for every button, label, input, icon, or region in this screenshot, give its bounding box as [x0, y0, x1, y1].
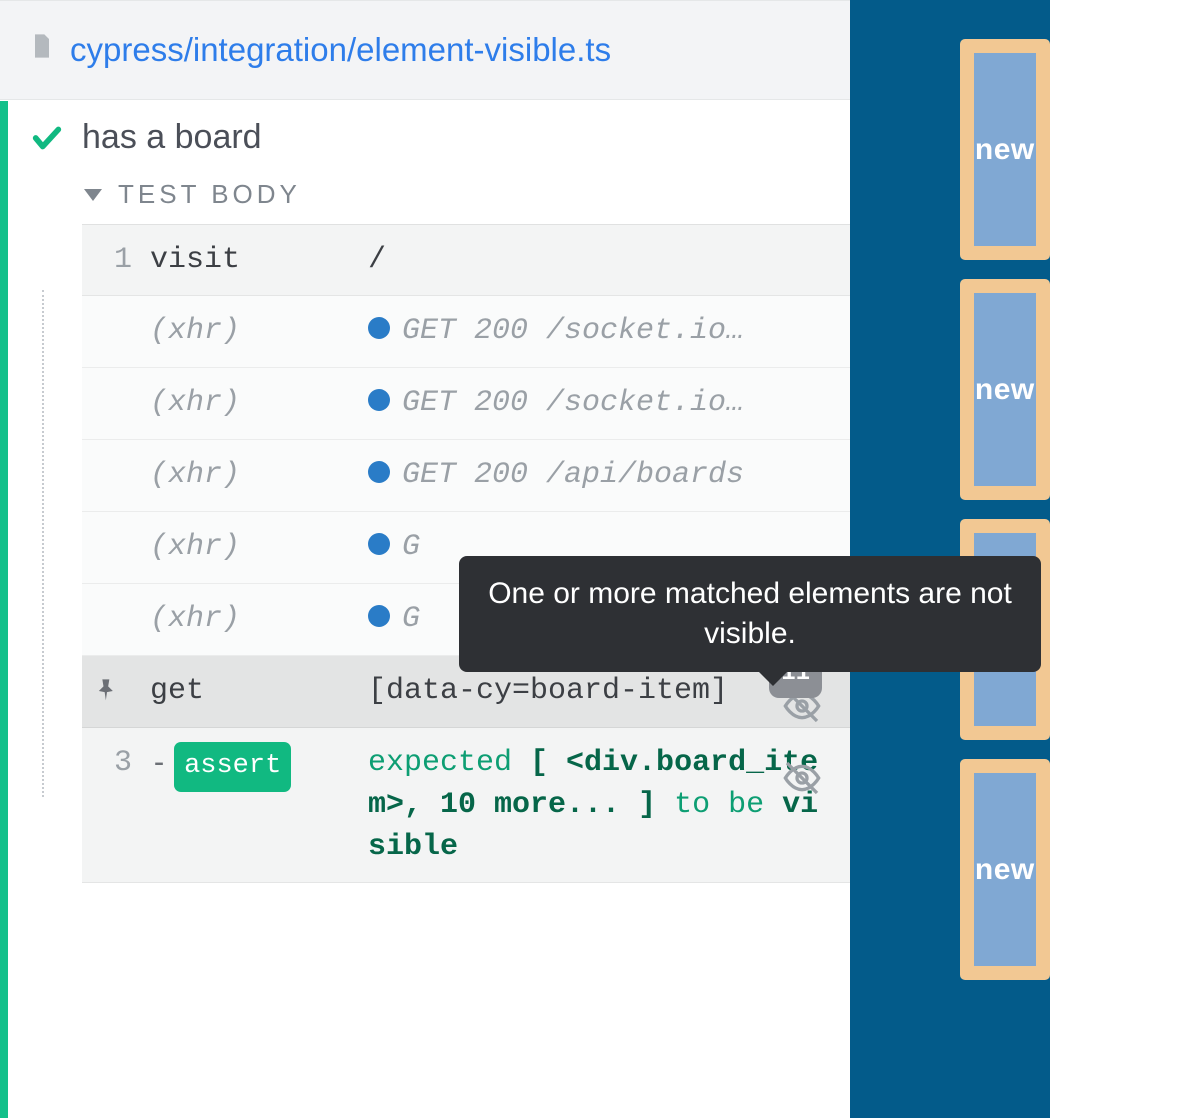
board-card[interactable]: new	[960, 759, 1050, 980]
command-message: GET 200 /socket.io…	[402, 386, 744, 420]
status-dot-icon	[368, 389, 390, 411]
status-dot-icon	[368, 605, 390, 627]
status-dot-icon	[368, 533, 390, 555]
command-name: (xhr)	[150, 458, 240, 492]
test-body-toggle[interactable]: TEST BODY	[0, 179, 850, 210]
test-header[interactable]: has a board	[0, 100, 850, 179]
test-body-label: TEST BODY	[118, 179, 301, 210]
eye-off-icon[interactable]	[782, 758, 822, 790]
status-dot-icon	[368, 461, 390, 483]
assert-badge: assert	[174, 742, 291, 792]
spec-file-header[interactable]: cypress/integration/element-visible.ts	[0, 0, 850, 100]
command-message: GET 200 /socket.io…	[402, 314, 744, 348]
assert-message: expected [ <div.board_item>, 10 more... …	[362, 742, 836, 868]
command-row-xhr[interactable]: (xhr) GET 200 /api/boards	[82, 440, 850, 512]
board-card[interactable]: new	[960, 279, 1050, 500]
pin-icon	[93, 677, 121, 705]
command-message: G	[402, 602, 420, 636]
assert-dash: -	[150, 745, 168, 780]
command-name: (xhr)	[150, 602, 240, 636]
command-row-assert[interactable]: 3 -assert expected [ <div.board_item>, 1…	[82, 728, 850, 883]
command-number: 3	[82, 742, 132, 784]
spec-file-path[interactable]: cypress/integration/element-visible.ts	[70, 31, 611, 69]
test-title: has a board	[82, 118, 262, 157]
checkmark-icon	[30, 121, 64, 155]
command-row-xhr[interactable]: (xhr) GET 200 /socket.io…	[82, 296, 850, 368]
command-message: /	[362, 239, 836, 281]
command-message: GET 200 /api/boards	[402, 458, 744, 492]
command-name: (xhr)	[150, 386, 240, 420]
command-number: 1	[82, 239, 132, 281]
command-log-panel: cypress/integration/element-visible.ts h…	[0, 0, 850, 1118]
board-card[interactable]: new	[960, 39, 1050, 260]
command-name: (xhr)	[150, 314, 240, 348]
command-row-xhr[interactable]: (xhr) GET 200 /socket.io…	[82, 368, 850, 440]
status-dot-icon	[368, 317, 390, 339]
file-icon	[28, 32, 56, 68]
visibility-tooltip: One or more matched elements are not vis…	[459, 556, 1041, 672]
command-name: (xhr)	[150, 530, 240, 564]
command-log-list: 1 visit / (xhr) GET 200 /socket.io… (xhr…	[82, 224, 850, 883]
command-name: get	[132, 670, 362, 712]
timeline-rail	[42, 290, 44, 797]
command-row-visit[interactable]: 1 visit /	[82, 224, 850, 296]
caret-down-icon	[84, 189, 102, 201]
command-name: visit	[132, 239, 362, 281]
command-message: G	[402, 530, 420, 564]
